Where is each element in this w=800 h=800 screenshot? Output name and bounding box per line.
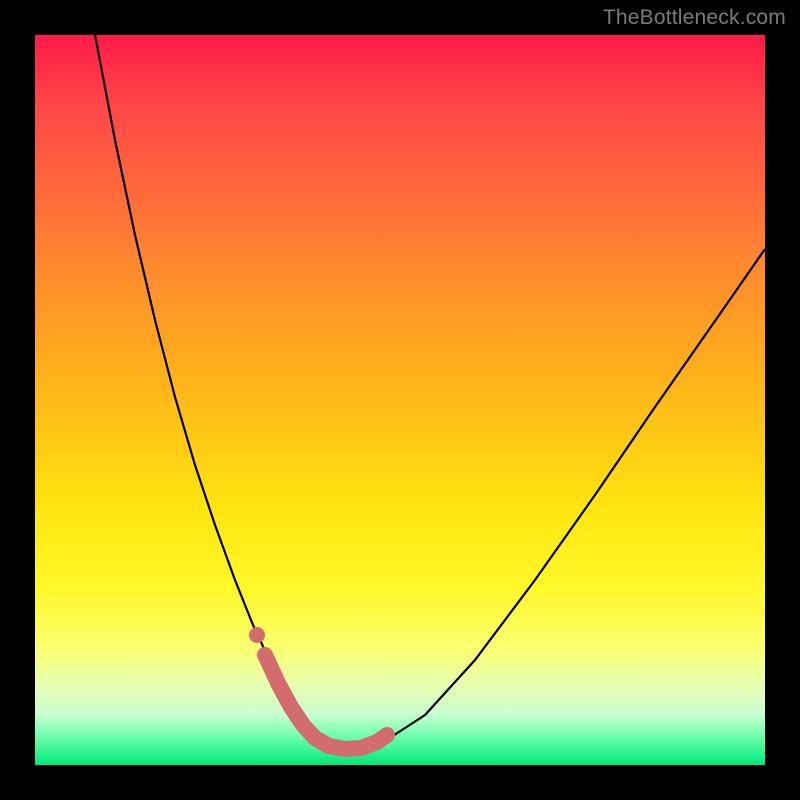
valley-highlight-segment — [265, 655, 387, 749]
valley-highlight-dot — [249, 627, 265, 643]
bottleneck-chart — [35, 35, 765, 765]
watermark-text: TheBottleneck.com — [603, 6, 786, 30]
bottleneck-curve-line — [95, 35, 765, 748]
